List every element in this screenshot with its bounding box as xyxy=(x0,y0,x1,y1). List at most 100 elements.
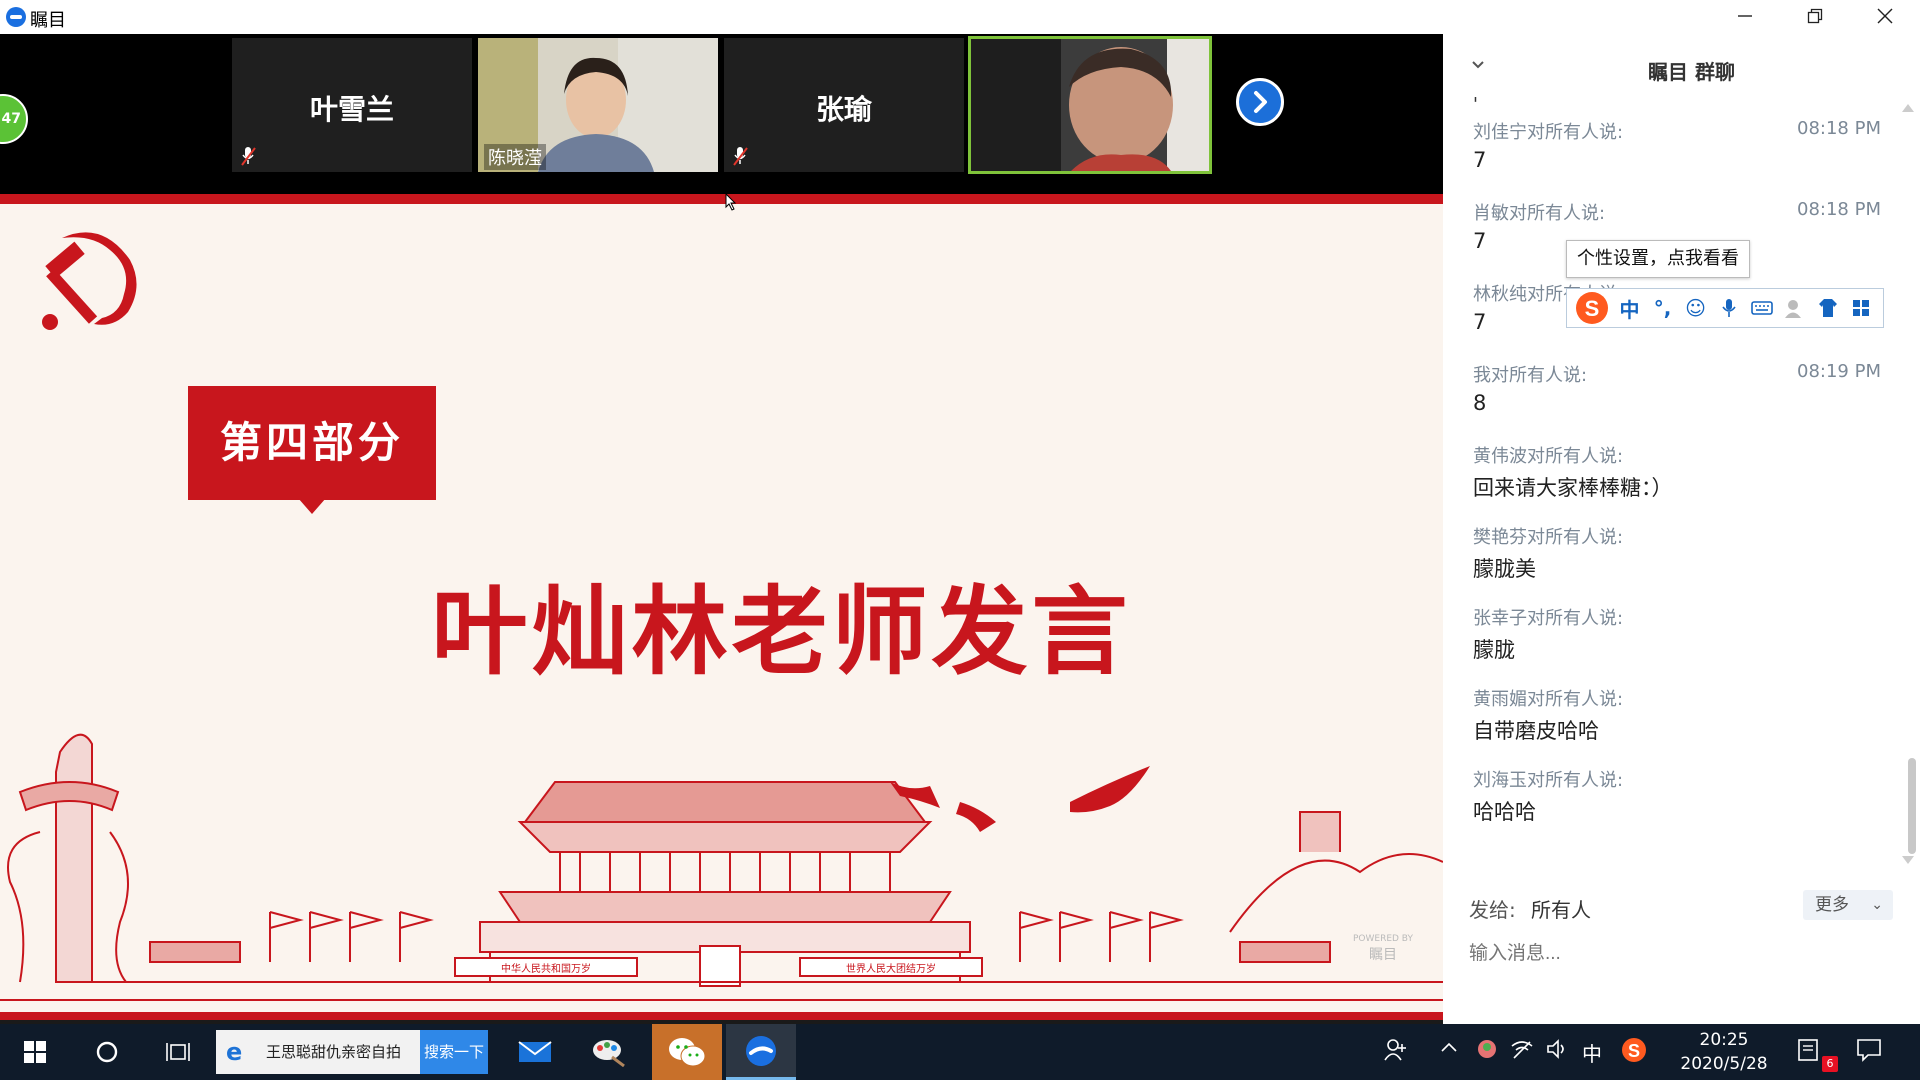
search-text: 王思聪甜仇亲密自拍 xyxy=(266,1043,402,1061)
chat-message: 刘佳宁对所有人说: 08:18 PM 7 xyxy=(1473,118,1881,199)
emoji-icon[interactable]: ☺ xyxy=(1679,288,1712,328)
cortana-button[interactable] xyxy=(76,1024,138,1080)
restore-button[interactable] xyxy=(1780,0,1850,34)
chat-message: 张幸子对所有人说: 朦胧 xyxy=(1473,604,1873,685)
video-tile[interactable]: 叶雪兰 xyxy=(232,38,472,172)
message-text: 7 xyxy=(1473,310,1487,334)
message-text: 7 xyxy=(1473,229,1487,253)
ime-mode-indicator[interactable]: 中 xyxy=(1582,1038,1602,1067)
more-options-button[interactable]: 更多 ⌄ xyxy=(1803,890,1893,920)
send-to-recipient[interactable]: 所有人 xyxy=(1531,894,1591,923)
message-text: 哈哈哈 xyxy=(1473,800,1536,824)
video-tile-active-speaker[interactable] xyxy=(968,36,1212,174)
cortana-icon xyxy=(96,1041,118,1063)
message-time: 08:19 PM xyxy=(1797,361,1881,382)
wechat-button[interactable] xyxy=(652,1024,722,1080)
close-button[interactable] xyxy=(1850,0,1920,34)
chat-message-fragment: ' xyxy=(1473,94,1478,115)
close-icon xyxy=(1877,8,1893,24)
participant-name: 叶雪兰 xyxy=(309,93,394,126)
chat-message: 黄伟波对所有人说: 回来请大家棒棒糖：） xyxy=(1473,442,1873,523)
volume-icon[interactable] xyxy=(1546,1038,1570,1065)
participant-video xyxy=(971,39,1209,171)
participant-name: 张瑜 xyxy=(815,93,872,126)
taskbar-search-box[interactable]: e 王思聪甜仇亲密自拍 xyxy=(216,1030,420,1074)
message-sender: 刘佳宁对所有人说: xyxy=(1473,122,1624,143)
chat-message: 我对所有人说: 08:19 PM 8 xyxy=(1473,361,1881,442)
next-page-button[interactable] xyxy=(1236,78,1284,126)
task-view-button[interactable] xyxy=(148,1024,210,1080)
video-strip: 47 叶雪兰 陈晓滢 张瑜 xyxy=(0,34,1443,194)
scroll-down-arrow[interactable] xyxy=(1902,856,1914,864)
sogou-tray-icon[interactable]: S xyxy=(1620,1036,1648,1069)
zhumu-icon xyxy=(746,1035,776,1066)
message-time: 08:18 PM xyxy=(1797,199,1881,220)
windows-start-button[interactable] xyxy=(4,1024,66,1080)
user-icon[interactable] xyxy=(1778,288,1811,328)
minimize-icon xyxy=(1738,15,1752,17)
notification-count-badge: 6 xyxy=(1822,1056,1838,1072)
message-text: 8 xyxy=(1473,391,1487,415)
message-text: 自带磨皮哈哈 xyxy=(1473,719,1599,743)
section-label-pointer xyxy=(298,498,326,514)
mail-button[interactable] xyxy=(504,1024,566,1080)
message-input[interactable] xyxy=(1469,934,1889,974)
message-sender: 肖敏对所有人说: xyxy=(1473,203,1606,224)
ime-chinese-mode[interactable]: 中 xyxy=(1613,288,1646,328)
mic-muted-icon xyxy=(733,147,748,166)
ime-punctuation-mode[interactable]: °, xyxy=(1646,288,1679,328)
message-time: 08:18 PM xyxy=(1797,118,1881,139)
zhumu-taskbar-button[interactable] xyxy=(726,1024,796,1080)
ime-toolbar: S 中 °, ☺ xyxy=(1566,288,1884,328)
title-bar: 瞩目 xyxy=(0,0,1920,34)
participant-count-badge[interactable]: 47 xyxy=(0,94,28,144)
chevron-down-icon: ⌄ xyxy=(1871,897,1883,913)
clock-time[interactable]: 20:25 xyxy=(1682,1030,1766,1050)
people-icon[interactable] xyxy=(1384,1038,1408,1067)
scroll-up-arrow[interactable] xyxy=(1902,104,1914,112)
chat-message: 樊艳芬对所有人说: 朦胧美 xyxy=(1473,523,1873,604)
section-label: 第四部分 xyxy=(188,386,436,500)
message-text: 朦胧美 xyxy=(1473,557,1536,581)
message-sender: 我对所有人说: xyxy=(1473,365,1588,386)
show-hidden-icons-button[interactable] xyxy=(1440,1038,1458,1062)
chevron-up-icon xyxy=(1441,1042,1457,1052)
powered-by-text: POWERED BY xyxy=(1352,934,1413,944)
paint-button[interactable] xyxy=(578,1024,640,1080)
message-sender: 刘海玉对所有人说: xyxy=(1473,770,1624,791)
slide-top-band xyxy=(0,194,1443,204)
chat-message: 黄雨媚对所有人说: 自带磨皮哈哈 xyxy=(1473,685,1873,766)
hammer-sickle-emblem-icon xyxy=(42,232,137,330)
minimize-button[interactable] xyxy=(1710,0,1780,34)
message-sender: 张幸子对所有人说: xyxy=(1473,608,1624,629)
action-center-icon[interactable] xyxy=(1856,1038,1882,1067)
sogou-logo-icon[interactable]: S xyxy=(1571,288,1613,328)
mouse-cursor-icon xyxy=(725,193,737,211)
shirt-icon[interactable] xyxy=(1811,288,1844,328)
participant-name: 陈晓滢 xyxy=(484,144,546,170)
ie-icon: e xyxy=(226,1038,243,1066)
banner-right-text: 世界人民大团结万岁 xyxy=(846,962,936,975)
video-tile[interactable]: 张瑜 xyxy=(724,38,964,172)
windows-start-icon xyxy=(24,1041,46,1063)
mic-muted-icon xyxy=(241,147,256,166)
tray-app-icon[interactable] xyxy=(1476,1038,1498,1065)
message-sender: 黄雨媚对所有人说: xyxy=(1473,689,1624,710)
grid-icon[interactable] xyxy=(1844,288,1877,328)
powered-by-brand: 瞩目 xyxy=(1368,947,1397,963)
search-button[interactable]: 搜索一下 xyxy=(420,1030,488,1074)
banner-left-text: 中华人民共和国万岁 xyxy=(501,962,591,975)
more-options-label: 更多 xyxy=(1815,895,1849,915)
svg-text:S: S xyxy=(1585,296,1600,321)
message-sender: 樊艳芬对所有人说: xyxy=(1473,527,1624,548)
notification-center-icon[interactable] xyxy=(1796,1038,1820,1067)
microphone-icon[interactable] xyxy=(1712,288,1745,328)
network-icon[interactable] xyxy=(1510,1038,1534,1065)
video-tile[interactable]: 陈晓滢 xyxy=(478,38,718,172)
keyboard-icon[interactable] xyxy=(1745,288,1778,328)
chat-scrollbar-thumb[interactable] xyxy=(1908,758,1916,854)
task-view-icon xyxy=(166,1043,190,1061)
shared-slide: 第四部分 叶灿林老师发言 中华人民共和国万岁 世界人民大团结万岁 POWERED… xyxy=(0,194,1443,1020)
slide-title: 叶灿林老师发言 xyxy=(431,576,1132,688)
clock-date[interactable]: 2020/5/28 xyxy=(1672,1054,1776,1074)
